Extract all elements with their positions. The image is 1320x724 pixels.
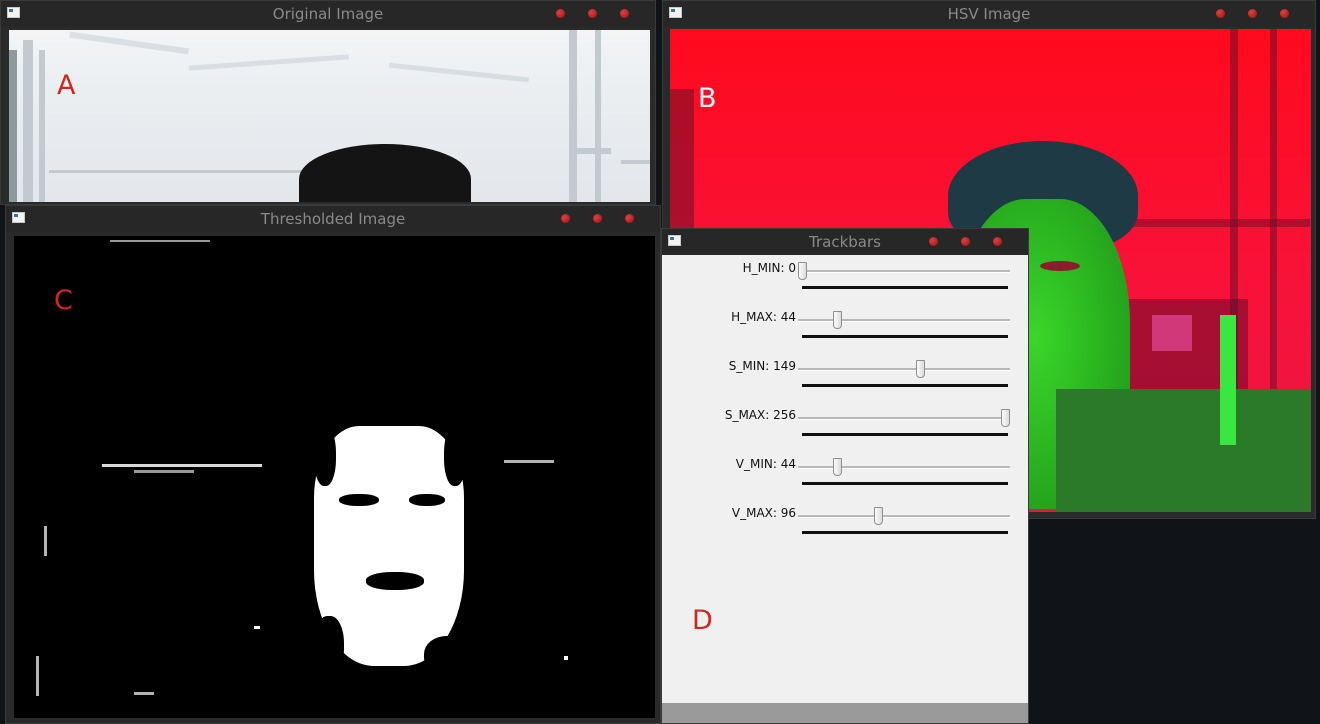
original-image-content [9,30,650,202]
trackbar-s-min: S_MIN: 149 [662,358,1028,406]
trackbar-underline [802,286,1008,289]
trackbar-label: S_MIN: 149 [728,359,796,373]
marker-c: C [54,285,73,316]
trackbar-underline [802,482,1008,485]
trackbar-thumb[interactable] [832,311,842,329]
trackbars-title: Trackbars [809,233,881,251]
window-app-icon [669,7,682,18]
trackbar-thumb[interactable] [916,360,926,378]
maximize-button[interactable] [588,9,597,18]
thresholded-image-canvas: C [14,236,655,718]
window-app-icon [12,212,25,223]
close-button[interactable] [993,237,1002,246]
trackbar-slider[interactable] [798,368,1010,371]
trackbar-thumb[interactable] [832,458,842,476]
trackbar-h-max: H_MAX: 44 [662,309,1028,357]
trackbar-underline [802,384,1008,387]
trackbar-thumb[interactable] [874,507,884,525]
trackbar-slider[interactable] [798,417,1010,420]
close-button[interactable] [620,9,629,18]
original-image-canvas: A [9,30,650,202]
trackbar-label: H_MAX: 44 [731,310,796,324]
trackbar-slider[interactable] [798,466,1010,469]
trackbar-label: H_MIN: 0 [742,261,796,275]
hsv-image-title: HSV Image [947,5,1031,23]
thresholded-image-titlebar[interactable]: Thresholded Image [6,206,660,232]
trackbar-slider[interactable] [798,319,1010,322]
trackbar-underline [802,335,1008,338]
marker-a: A [57,70,76,101]
trackbar-underline [802,433,1008,436]
trackbar-underline [802,531,1008,534]
marker-b: B [698,83,717,114]
trackbar-h-min: H_MIN: 0 [662,260,1028,308]
maximize-button[interactable] [961,237,970,246]
trackbar-s-max: S_MAX: 256 [662,407,1028,455]
close-button[interactable] [1280,9,1289,18]
trackbar-slider[interactable] [798,515,1010,518]
minimize-button[interactable] [929,237,938,246]
hsv-image-titlebar[interactable]: HSV Image [663,1,1315,27]
thresholded-image-title: Thresholded Image [260,210,406,228]
trackbar-v-min: V_MIN: 44 [662,456,1028,504]
window-app-icon [668,235,681,246]
maximize-button[interactable] [593,214,602,223]
window-app-icon [7,7,20,18]
trackbar-label: V_MIN: 44 [735,457,796,471]
thresholded-image-window: Thresholded Image C [5,205,661,724]
marker-d: D [692,605,713,636]
trackbars-status-bar [662,703,1028,723]
minimize-button[interactable] [561,214,570,223]
original-image-titlebar[interactable]: Original Image [1,1,655,27]
close-button[interactable] [625,214,634,223]
original-image-title: Original Image [272,5,384,23]
trackbars-titlebar[interactable]: Trackbars [662,229,1028,255]
original-image-window: Original Image A [0,0,656,205]
trackbar-v-max: V_MAX: 96 [662,505,1028,553]
trackbar-thumb[interactable] [798,262,807,280]
trackbar-label: V_MAX: 96 [731,506,796,520]
trackbars-panel: H_MIN: 0 H_MAX: 44 S_MIN: 149 S_MAX: 256 V_M… [662,255,1028,703]
maximize-button[interactable] [1248,9,1257,18]
trackbar-label: S_MAX: 256 [724,408,796,422]
thresholded-image-content [14,236,655,718]
trackbars-window: Trackbars H_MIN: 0 H_MAX: 44 S_MIN: 149 S_M… [661,228,1029,724]
trackbar-slider[interactable] [798,270,1010,273]
minimize-button[interactable] [556,9,565,18]
minimize-button[interactable] [1216,9,1225,18]
trackbar-thumb[interactable] [1001,409,1010,427]
